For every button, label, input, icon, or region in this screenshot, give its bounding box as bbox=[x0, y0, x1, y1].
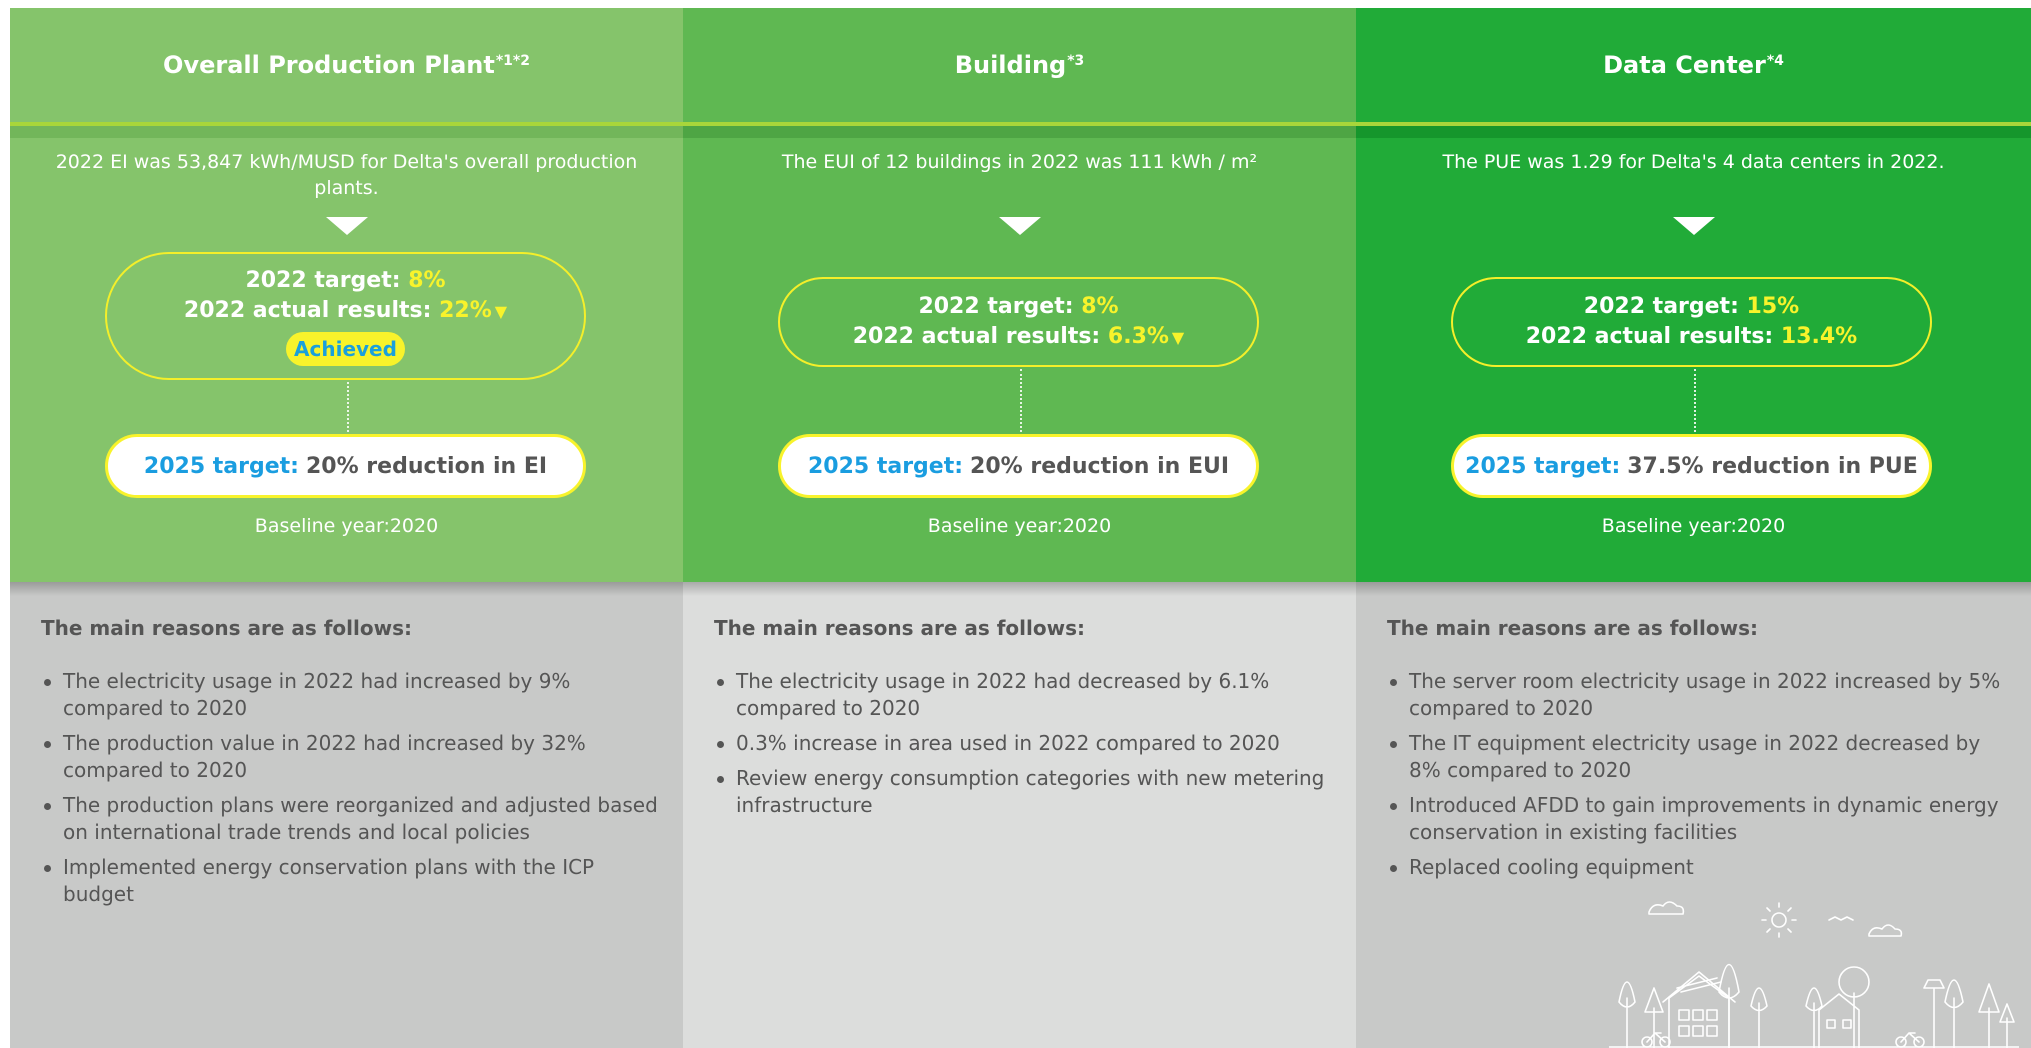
baseline-year: Baseline year:2020 bbox=[927, 515, 1112, 537]
list-item: The production plans were reorganized an… bbox=[41, 792, 663, 846]
target-value: 15% bbox=[1746, 294, 1800, 319]
reasons-list: The electricity usage in 2022 had decrea… bbox=[714, 668, 1336, 827]
target-value: 8% bbox=[408, 268, 446, 293]
goal-text: 20% reduction in EI bbox=[305, 453, 548, 479]
goal-label: 2025 target: bbox=[807, 453, 964, 479]
actual-value: 22% bbox=[439, 298, 492, 323]
goal-text: 37.5% reduction in PUE bbox=[1627, 453, 1918, 479]
building-column: Building *3 The EUI of 12 buildings in 20… bbox=[683, 8, 1356, 1048]
dotted-connector bbox=[346, 382, 349, 432]
actual-line: 2022 actual results: 13.4% bbox=[1526, 322, 1857, 352]
reasons-title: The main reasons are as follows: bbox=[1387, 616, 1758, 640]
target-line: 2022 target: 8% bbox=[918, 292, 1118, 322]
header-divider-band bbox=[683, 122, 1356, 138]
column-description: The EUI of 12 buildings in 2022 was 111 … bbox=[781, 151, 1258, 173]
results-pill: 2022 target: 8% 2022 actual results: 6.3… bbox=[778, 277, 1259, 367]
column-title: Data Center *4 bbox=[1356, 8, 2031, 122]
target-label: 2022 target: bbox=[245, 268, 401, 293]
data-center-summary: Data Center *4 The PUE was 1.29 for Delta… bbox=[1356, 8, 2031, 582]
footnote-marker: *3 bbox=[1067, 53, 1085, 69]
reasons-list: The electricity usage in 2022 had increa… bbox=[41, 668, 663, 916]
results-pill: 2022 target: 15% 2022 actual results: 13… bbox=[1451, 277, 1932, 367]
goal-label: 2025 target: bbox=[143, 453, 299, 479]
dotted-connector bbox=[1693, 369, 1696, 432]
list-item: The electricity usage in 2022 had decrea… bbox=[714, 668, 1336, 722]
down-arrow-icon bbox=[998, 217, 1041, 235]
city-illustration-icon bbox=[1609, 901, 2019, 1048]
actual-label: 2022 actual results: bbox=[852, 323, 1101, 349]
down-triangle-icon: ▼ bbox=[1171, 327, 1185, 347]
footnote-marker: *1*2 bbox=[495, 53, 530, 69]
column-description: The PUE was 1.29 for Delta's 4 data cent… bbox=[1442, 151, 1945, 173]
building-summary: Building *3 The EUI of 12 buildings in 20… bbox=[683, 8, 1356, 582]
results-pill: 2022 target: 8% 2022 actual results: 22%… bbox=[105, 252, 586, 380]
achieved-badge: Achieved bbox=[286, 332, 405, 366]
header-divider-band bbox=[1356, 122, 2031, 138]
reasons-title: The main reasons are as follows: bbox=[41, 616, 412, 640]
panel-shadow bbox=[683, 582, 1356, 596]
goal-pill: 2025 target: 20% reduction in EI bbox=[105, 434, 586, 498]
list-item: Replaced cooling equipment bbox=[1387, 854, 2011, 881]
actual-value: 6.3% bbox=[1107, 323, 1169, 349]
list-item: The electricity usage in 2022 had increa… bbox=[41, 668, 663, 722]
data-center-column: Data Center *4 The PUE was 1.29 for Delta… bbox=[1356, 8, 2031, 1048]
column-description: 2022 EI was 53,847 kWh/MUSD for Delta's … bbox=[55, 151, 638, 199]
panel-shadow bbox=[1356, 582, 2031, 596]
reasons-title: The main reasons are as follows: bbox=[714, 616, 1085, 640]
actual-line: 2022 actual results: 22% ▼ bbox=[184, 296, 507, 327]
reasons-panel: The main reasons are as follows: The ele… bbox=[10, 582, 683, 1048]
list-item: Review energy consumption categories wit… bbox=[714, 765, 1336, 819]
list-item: Implemented energy conservation plans wi… bbox=[41, 854, 663, 908]
goal-text: 20% reduction in EUI bbox=[970, 453, 1230, 479]
actual-label: 2022 actual results: bbox=[183, 298, 432, 323]
footnote-marker: *4 bbox=[1766, 53, 1784, 69]
goal-pill: 2025 target: 37.5% reduction in PUE bbox=[1451, 434, 1932, 498]
down-triangle-icon: ▼ bbox=[494, 302, 508, 321]
target-label: 2022 target: bbox=[1583, 294, 1739, 319]
list-item: 0.3% increase in area used in 2022 compa… bbox=[714, 730, 1336, 757]
actual-label: 2022 actual results: bbox=[1525, 324, 1774, 349]
column-title-text: Building bbox=[954, 51, 1067, 79]
down-arrow-icon bbox=[325, 217, 368, 235]
down-arrow-icon bbox=[1672, 217, 1715, 235]
reasons-panel: The main reasons are as follows: The ser… bbox=[1356, 582, 2031, 1048]
goal-pill: 2025 target: 20% reduction in EUI bbox=[778, 434, 1259, 498]
actual-line: 2022 actual results: 6.3% ▼ bbox=[853, 322, 1184, 353]
column-title-text: Overall Production Plant bbox=[163, 51, 495, 79]
production-plant-column: Overall Production Plant *1*2 2022 EI was… bbox=[10, 8, 683, 1048]
reasons-panel: The main reasons are as follows: The ele… bbox=[683, 582, 1356, 1048]
target-value: 8% bbox=[1081, 293, 1119, 319]
target-line: 2022 target: 8% bbox=[245, 266, 445, 296]
target-line: 2022 target: 15% bbox=[1584, 292, 1799, 322]
list-item: The server room electricity usage in 202… bbox=[1387, 668, 2011, 722]
header-divider-band bbox=[10, 122, 683, 138]
target-label: 2022 target: bbox=[918, 293, 1074, 319]
production-plant-summary: Overall Production Plant *1*2 2022 EI was… bbox=[10, 8, 683, 582]
list-item: The production value in 2022 had increas… bbox=[41, 730, 663, 784]
column-title: Overall Production Plant *1*2 bbox=[10, 8, 683, 122]
list-item: The IT equipment electricity usage in 20… bbox=[1387, 730, 2011, 784]
dotted-connector bbox=[1019, 369, 1022, 432]
baseline-year: Baseline year:2020 bbox=[254, 515, 439, 537]
energy-targets-board: Overall Production Plant *1*2 2022 EI was… bbox=[10, 8, 2031, 1048]
list-item: Introduced AFDD to gain improvements in … bbox=[1387, 792, 2011, 846]
panel-shadow bbox=[10, 582, 683, 596]
goal-label: 2025 target: bbox=[1465, 453, 1621, 479]
column-title-text: Data Center bbox=[1603, 51, 1766, 79]
baseline-year: Baseline year:2020 bbox=[1601, 515, 1786, 537]
reasons-list: The server room electricity usage in 202… bbox=[1387, 668, 2011, 889]
column-title: Building *3 bbox=[683, 8, 1356, 122]
actual-value: 13.4% bbox=[1780, 324, 1858, 349]
